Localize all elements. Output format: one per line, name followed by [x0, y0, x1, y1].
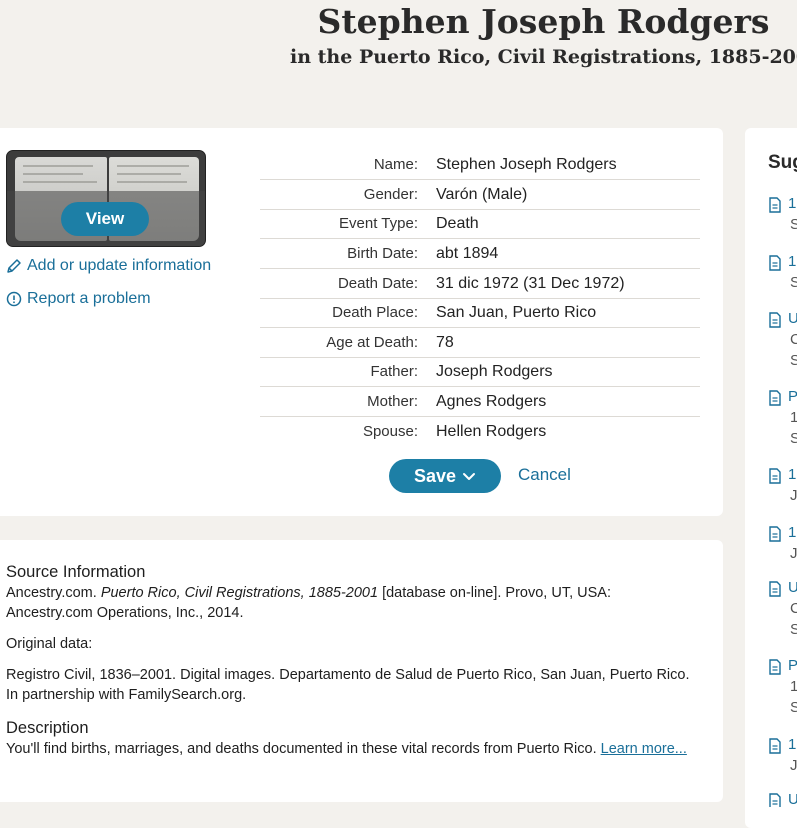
cancel-link[interactable]: Cancel — [518, 465, 571, 485]
field-label: Birth Date: — [347, 245, 418, 262]
suggestion-title: 19 — [788, 253, 797, 270]
thumb-line — [23, 165, 93, 167]
field-value: abt 1894 — [436, 245, 499, 262]
citation-prefix: Ancestry.com. — [6, 585, 101, 601]
original-data-label: Original data: — [6, 636, 93, 652]
chevron-down-icon — [462, 459, 476, 493]
thumb-line — [23, 181, 97, 183]
add-update-info-link[interactable]: Add or update information — [6, 257, 211, 275]
thumb-line — [23, 173, 83, 175]
description-heading: Description — [6, 719, 89, 737]
suggestion-subtitle: 1 — [790, 409, 797, 426]
description-text: You'll find births, marriages, and death… — [6, 739, 696, 759]
suggestion-item[interactable]: P 1 S — [768, 657, 797, 717]
add-update-info-label: Add or update information — [27, 257, 212, 274]
field-label: Age at Death: — [326, 334, 418, 351]
suggestion-title: 19 — [788, 195, 797, 212]
field-row-death-date: Death Date: 31 dic 1972 (31 Dec 1972) — [260, 269, 700, 299]
original-data-text: Registro Civil, 1836–2001. Digital image… — [6, 667, 690, 703]
alert-circle-icon — [6, 291, 22, 307]
suggestion-item[interactable]: 19 S — [768, 195, 797, 245]
learn-more-link[interactable]: Learn more... — [601, 741, 687, 757]
field-label: Death Date: — [337, 275, 418, 292]
source-info-heading: Source Information — [6, 563, 146, 581]
suggestion-title: 19 — [788, 524, 797, 541]
field-row-birth-date: Birth Date: abt 1894 — [260, 239, 700, 269]
field-value: Death — [436, 215, 479, 232]
suggestions-title: Sug — [768, 152, 797, 173]
suggestion-subtitle: C — [790, 331, 797, 348]
suggestion-detail: S — [790, 430, 797, 447]
suggestion-subtitle: J — [790, 757, 797, 774]
field-row-death-place: Death Place: San Juan, Puerto Rico — [260, 298, 700, 328]
suggestion-title: P — [788, 388, 797, 405]
save-button[interactable]: Save — [389, 459, 501, 493]
view-image-button[interactable]: View — [61, 202, 149, 236]
suggestion-detail: S — [790, 352, 797, 369]
thumb-line — [117, 165, 189, 167]
suggestion-item[interactable]: P 1 S — [768, 388, 797, 448]
suggestion-subtitle: C — [790, 600, 797, 617]
field-row-name: Name: Stephen Joseph Rodgers — [260, 150, 700, 180]
field-value: Stephen Joseph Rodgers — [436, 156, 617, 173]
thumb-line — [117, 181, 187, 183]
field-row-mother: Mother: Agnes Rodgers — [260, 387, 700, 417]
field-label: Death Place: — [332, 304, 418, 321]
pencil-icon — [6, 258, 22, 274]
suggestion-subtitle: 1 — [790, 678, 797, 695]
field-label: Father: — [370, 363, 418, 380]
suggestion-subtitle: S — [790, 216, 797, 233]
field-label: Gender: — [363, 186, 418, 203]
field-value: Hellen Rodgers — [436, 423, 547, 440]
suggestion-item[interactable]: U C S — [768, 579, 797, 639]
suggestion-title: 19 — [788, 466, 797, 483]
field-label: Name: — [373, 156, 418, 173]
suggestion-item[interactable]: 19 J — [768, 466, 797, 516]
report-problem-label: Report a problem — [27, 290, 151, 307]
citation-title: Puerto Rico, Civil Registrations, 1885-2… — [100, 585, 379, 601]
report-problem-link[interactable]: Report a problem — [6, 290, 151, 308]
field-row-age-at-death: Age at Death: 78 — [260, 328, 700, 358]
suggestion-title: P — [788, 657, 797, 674]
field-value: 78 — [436, 334, 454, 351]
field-value: Varón (Male) — [436, 186, 528, 203]
source-citation: Ancestry.com. Puerto Rico, Civil Registr… — [6, 583, 696, 623]
suggestion-item[interactable]: U — [768, 791, 797, 807]
suggestion-item[interactable]: 19 J — [768, 736, 797, 786]
suggestion-item[interactable]: 19 J — [768, 524, 797, 574]
field-value: 31 dic 1972 (31 Dec 1972) — [436, 275, 625, 292]
field-row-father: Father: Joseph Rodgers — [260, 357, 700, 387]
suggestion-subtitle: J — [790, 487, 797, 504]
field-value: Joseph Rodgers — [436, 363, 553, 380]
description-body: You'll find births, marriages, and death… — [6, 741, 601, 757]
suggestion-subtitle: J — [790, 545, 797, 562]
suggestion-title: U — [788, 579, 797, 596]
suggestion-detail: S — [790, 621, 797, 638]
field-label: Mother: — [367, 393, 418, 410]
suggestion-title: U — [788, 791, 797, 807]
field-row-gender: Gender: Varón (Male) — [260, 180, 700, 210]
save-button-label: Save — [413, 466, 457, 486]
suggestion-item[interactable]: U C S — [768, 310, 797, 370]
field-value: Agnes Rodgers — [436, 393, 547, 410]
suggestion-title: 19 — [788, 736, 797, 753]
field-row-event-type: Event Type: Death — [260, 209, 700, 239]
page-subtitle: in the Puerto Rico, Civil Registrations,… — [290, 46, 797, 68]
page-title: Stephen Joseph Rodgers — [317, 2, 770, 41]
field-label: Spouse: — [362, 423, 418, 440]
suggestion-detail: S — [790, 699, 797, 716]
field-label: Event Type: — [339, 215, 418, 232]
thumb-line — [117, 173, 181, 175]
field-value: San Juan, Puerto Rico — [436, 304, 597, 321]
suggestion-item[interactable]: 19 S — [768, 253, 797, 303]
suggestion-title: U — [788, 310, 797, 327]
suggestion-subtitle: S — [790, 274, 797, 291]
field-row-spouse: Spouse: Hellen Rodgers — [260, 417, 700, 446]
